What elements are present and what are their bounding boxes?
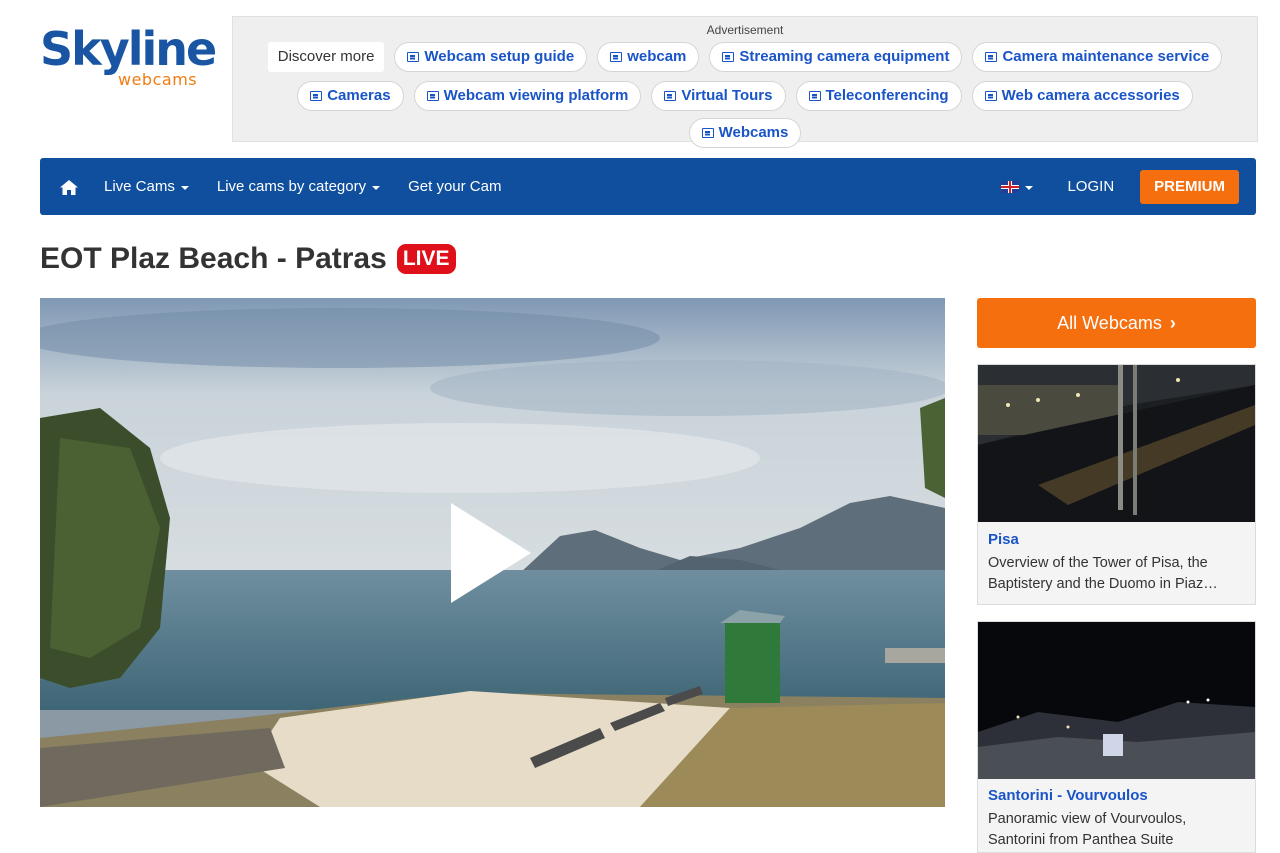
- ad-link-label: Webcam viewing platform: [443, 87, 629, 104]
- news-icon: [808, 91, 821, 101]
- ad-row: Webcams: [233, 118, 1257, 148]
- ad-link-label: Web camera accessories: [1001, 87, 1180, 104]
- ad-link-label: Cameras: [327, 87, 391, 104]
- page-title-text: EOT Plaz Beach - Patras: [40, 242, 387, 275]
- ad-link-web-camera-accessories[interactable]: Web camera accessories: [971, 81, 1193, 111]
- news-icon: [985, 52, 998, 62]
- news-icon: [310, 91, 323, 101]
- webcam-card-description: Panoramic view of Vourvoulos, Santorini …: [988, 809, 1248, 851]
- ad-link-webcam-viewing-platform[interactable]: Webcam viewing platform: [413, 81, 642, 111]
- news-icon: [701, 128, 714, 138]
- pisa-night-thumbnail: [978, 365, 1255, 522]
- ad-link-webcam[interactable]: webcam: [597, 42, 700, 72]
- description-line: Overview of the Tower of Pisa, the: [988, 555, 1208, 571]
- description-line: Santorini from Panthea Suite: [988, 832, 1174, 848]
- ad-link-virtual-tours[interactable]: Virtual Tours: [651, 81, 786, 111]
- chevron-right-icon: ›: [1169, 313, 1176, 333]
- main-navbar: Live Cams Live cams by category Get your…: [40, 158, 1256, 215]
- ad-link-cameras[interactable]: Cameras: [297, 81, 404, 111]
- ad-link-webcam-setup-guide[interactable]: Webcam setup guide: [394, 42, 588, 72]
- ad-link-label: webcam: [627, 48, 687, 65]
- uk-flag-icon: [1001, 180, 1020, 193]
- santorini-night-thumbnail: [978, 622, 1255, 779]
- live-badge: LIVE: [396, 244, 456, 274]
- video-player[interactable]: [40, 298, 945, 807]
- news-icon: [407, 52, 420, 62]
- all-webcams-label: All Webcams: [1057, 313, 1162, 333]
- play-icon[interactable]: [451, 503, 531, 603]
- nav-label: Live cams by category: [216, 178, 367, 195]
- webcam-card-pisa[interactable]: Pisa Overview of the Tower of Pisa, the …: [977, 364, 1256, 605]
- news-icon: [664, 91, 677, 101]
- ad-link-streaming-camera-equipment[interactable]: Streaming camera equipment: [709, 42, 963, 72]
- ad-link-teleconferencing[interactable]: Teleconferencing: [795, 81, 962, 111]
- page-title: EOT Plaz Beach - Patras LIVE: [40, 242, 456, 276]
- login-link[interactable]: LOGIN: [1067, 178, 1114, 195]
- ad-row: Discover more Webcam setup guide webcam …: [233, 42, 1257, 72]
- advertisement-label: Advertisement: [706, 23, 784, 37]
- language-selector[interactable]: [1001, 180, 1034, 193]
- nav-live-cams-by-category[interactable]: Live cams by category: [216, 178, 381, 195]
- premium-button[interactable]: PREMIUM: [1140, 169, 1239, 204]
- logo-wordmark: Skyline: [40, 22, 217, 76]
- advertisement-block: Advertisement Discover more Webcam setup…: [232, 16, 1258, 148]
- news-icon: [984, 91, 997, 101]
- news-icon: [610, 52, 623, 62]
- nav-live-cams[interactable]: Live Cams: [104, 178, 189, 195]
- ad-link-label: Webcam setup guide: [424, 48, 575, 65]
- ad-link-label: Teleconferencing: [825, 87, 949, 104]
- ad-link-label: Webcams: [718, 124, 789, 141]
- caret-down-icon: [1025, 185, 1034, 190]
- description-line: Panoramic view of Vourvoulos,: [988, 811, 1187, 827]
- discover-more-label: Discover more: [267, 42, 385, 72]
- news-icon: [722, 52, 735, 62]
- ad-link-label: Camera maintenance service: [1002, 48, 1210, 65]
- webcam-card-description: Overview of the Tower of Pisa, the Bapti…: [988, 553, 1248, 595]
- ad-link-camera-maintenance-service[interactable]: Camera maintenance service: [972, 42, 1223, 72]
- nav-get-your-cam[interactable]: Get your Cam: [408, 178, 501, 195]
- webcam-thumbnail[interactable]: [978, 622, 1255, 779]
- ad-link-label: Virtual Tours: [681, 87, 773, 104]
- ad-link-label: Streaming camera equipment: [739, 48, 950, 65]
- home-icon[interactable]: [60, 179, 78, 195]
- description-line: Baptistery and the Duomo in Piaz…: [988, 576, 1218, 592]
- caret-down-icon: [372, 185, 381, 190]
- all-webcams-button[interactable]: All Webcams ›: [977, 298, 1256, 348]
- news-icon: [426, 91, 439, 101]
- nav-right: LOGIN PREMIUM: [1001, 158, 1256, 215]
- webcam-card-title[interactable]: Pisa: [988, 531, 1019, 548]
- webcam-card-santorini-vourvoulos[interactable]: Santorini - Vourvoulos Panoramic view of…: [977, 621, 1256, 853]
- nav-label: Live Cams: [104, 178, 175, 195]
- logo-subtitle: webcams: [118, 70, 198, 89]
- site-logo[interactable]: Skyline webcams: [40, 24, 220, 94]
- webcam-thumbnail[interactable]: [978, 365, 1255, 522]
- ad-link-webcams[interactable]: Webcams: [688, 118, 802, 148]
- nav-label: Get your Cam: [408, 178, 502, 195]
- caret-down-icon: [180, 185, 189, 190]
- webcam-card-title[interactable]: Santorini - Vourvoulos: [988, 787, 1148, 804]
- ad-row: Cameras Webcam viewing platform Virtual …: [233, 81, 1257, 111]
